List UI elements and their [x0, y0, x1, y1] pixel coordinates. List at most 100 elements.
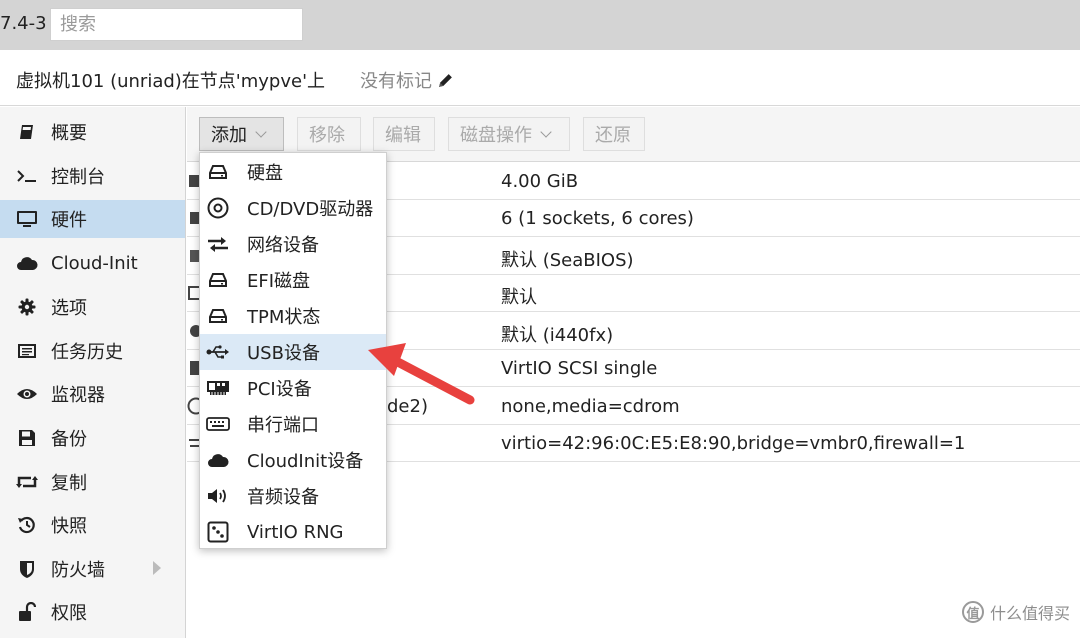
menu-item-label: CloudInit设备 — [247, 451, 364, 472]
sidebar-item-label: 硬件 — [51, 210, 87, 231]
menu-item-network-device[interactable]: 网络设备 — [200, 226, 386, 262]
sidebar-item-backup[interactable]: 备份 — [0, 419, 185, 457]
row-name: de2) — [387, 396, 428, 417]
tags-editor[interactable]: 没有标记 — [360, 67, 454, 93]
monitor-icon — [16, 208, 38, 230]
row-value: 默认 — [501, 287, 537, 308]
menu-item-label: PCI设备 — [247, 379, 312, 400]
menu-item-label: TPM状态 — [247, 307, 321, 328]
top-bar: 7.4-3 — [0, 0, 1080, 50]
sidebar-item-label: 选项 — [51, 298, 87, 319]
menu-item-label: CD/DVD驱动器 — [247, 199, 374, 220]
hdd-icon — [205, 159, 231, 185]
sidebar-item-console[interactable]: 控制台 — [0, 157, 185, 195]
exchange-icon — [205, 231, 231, 257]
edit-button-label: 编辑 — [385, 125, 421, 146]
menu-item-hard-disk[interactable]: 硬盘 — [200, 154, 386, 190]
watermark-logo-icon: 值 — [961, 601, 984, 623]
menu-item-serial-port[interactable]: 串行端口 — [200, 406, 386, 442]
sidebar-item-task-history[interactable]: 任务历史 — [0, 332, 185, 370]
sidebar-item-label: 防火墙 — [51, 560, 105, 581]
eye-icon — [16, 383, 38, 405]
history-icon — [16, 514, 38, 536]
row-value: VirtIO SCSI single — [501, 358, 658, 379]
sidebar-item-firewall[interactable]: 防火墙 — [0, 550, 185, 588]
chevron-down-icon — [540, 125, 552, 138]
cdrom-icon — [205, 195, 231, 221]
menu-item-label: USB设备 — [247, 343, 320, 364]
vm-title: 虚拟机101 (unriad)在节点'mypve'上 — [16, 71, 326, 92]
sidebar-item-cloud-init[interactable]: Cloud-Init — [0, 244, 185, 282]
sidebar-item-replication[interactable]: 复制 — [0, 463, 185, 501]
menu-item-cloudinit-drive[interactable]: CloudInit设备 — [200, 442, 386, 478]
sidebar-item-label: Cloud-Init — [51, 252, 138, 274]
menu-item-usb-device[interactable]: USB设备 — [200, 334, 386, 370]
menu-item-tpm-state[interactable]: TPM状态 — [200, 298, 386, 334]
unlock-icon — [16, 601, 38, 623]
menu-item-cd-dvd[interactable]: CD/DVD驱动器 — [200, 190, 386, 226]
row-value: none,media=cdrom — [501, 396, 680, 417]
menu-item-pci-device[interactable]: PCI设备 — [200, 370, 386, 406]
sidebar-item-label: 复制 — [51, 473, 87, 494]
menu-item-label: VirtIO RNG — [247, 521, 344, 543]
sidebar-item-permissions[interactable]: 权限 — [0, 593, 185, 631]
revert-button[interactable]: 还原 — [583, 117, 645, 151]
cloud-icon — [205, 447, 231, 473]
sidebar-item-summary[interactable]: 概要 — [0, 113, 185, 151]
hdd-icon — [205, 267, 231, 293]
sidebar-item-label: 备份 — [51, 429, 87, 450]
watermark: 值 什么值得买 — [961, 600, 1070, 624]
row-value: virtio=42:96:0C:E5:E8:90,bridge=vmbr0,fi… — [501, 433, 966, 454]
search-input[interactable] — [50, 8, 303, 41]
hdd-icon — [205, 303, 231, 329]
menu-item-label: 硬盘 — [247, 163, 283, 184]
retweet-icon — [16, 471, 38, 493]
menu-item-virtio-rng[interactable]: VirtIO RNG — [200, 514, 386, 550]
vm-title-bar: 虚拟机101 (unriad)在节点'mypve'上 没有标记 — [0, 50, 1080, 106]
row-value: 默认 (SeaBIOS) — [501, 250, 634, 271]
add-button[interactable]: 添加 — [199, 117, 284, 151]
menu-item-audio-device[interactable]: 音频设备 — [200, 478, 386, 514]
sidebar-item-monitor[interactable]: 监视器 — [0, 375, 185, 413]
remove-button[interactable]: 移除 — [297, 117, 361, 151]
disk-action-label: 磁盘操作 — [460, 125, 532, 146]
sidebar-item-label: 快照 — [51, 516, 87, 537]
version-label: 7.4-3 — [0, 13, 47, 34]
floppy-icon — [16, 427, 38, 449]
sidebar-item-label: 监视器 — [51, 385, 105, 406]
submenu-arrow-icon — [153, 561, 161, 575]
usb-icon — [205, 339, 231, 365]
volume-icon — [205, 483, 231, 509]
add-dropdown-menu: 硬盘 CD/DVD驱动器 网络设备 EFI磁盘 TPM状态 USB设备 PCI设… — [199, 152, 387, 549]
row-value: 6 (1 sockets, 6 cores) — [501, 208, 694, 229]
cloud-icon — [16, 252, 38, 274]
pci-card-icon — [205, 375, 231, 401]
terminal-icon — [16, 165, 38, 187]
row-value: 4.00 GiB — [501, 171, 579, 192]
book-icon — [16, 121, 38, 143]
keyboard-icon — [205, 411, 231, 437]
sidebar-item-hardware[interactable]: 硬件 — [0, 200, 185, 238]
watermark-text: 什么值得买 — [989, 604, 1070, 623]
sidebar-item-snapshots[interactable]: 快照 — [0, 506, 185, 544]
list-icon — [16, 340, 38, 362]
menu-item-label: 音频设备 — [247, 487, 319, 508]
sidebar: 概要 控制台 硬件 Cloud-Init 选项 任务历史 监视器 备份 复制 快… — [0, 107, 186, 638]
remove-button-label: 移除 — [309, 125, 345, 146]
menu-item-label: 网络设备 — [247, 235, 319, 256]
gear-icon — [16, 296, 38, 318]
dice-icon — [205, 519, 231, 545]
sidebar-item-options[interactable]: 选项 — [0, 288, 185, 326]
revert-button-label: 还原 — [595, 125, 631, 146]
sidebar-item-label: 权限 — [51, 603, 87, 624]
shield-icon — [16, 558, 38, 580]
sidebar-item-label: 控制台 — [51, 167, 105, 188]
pencil-icon[interactable] — [437, 72, 454, 89]
chevron-down-icon — [255, 125, 267, 138]
menu-item-efi-disk[interactable]: EFI磁盘 — [200, 262, 386, 298]
disk-action-button[interactable]: 磁盘操作 — [448, 117, 570, 151]
row-value: 默认 (i440fx) — [501, 325, 614, 346]
menu-item-label: EFI磁盘 — [247, 271, 311, 292]
edit-button[interactable]: 编辑 — [373, 117, 435, 151]
sidebar-item-label: 概要 — [51, 123, 87, 144]
